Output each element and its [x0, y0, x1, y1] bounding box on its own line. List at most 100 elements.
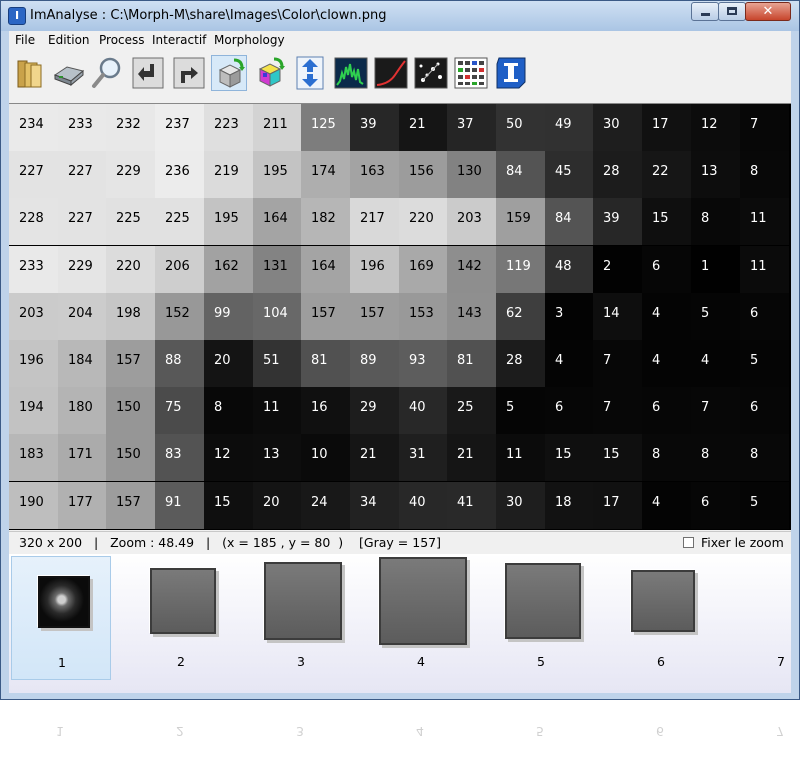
pixel-cell[interactable]: 3: [545, 293, 594, 340]
pixel-cell[interactable]: 153: [399, 293, 448, 340]
pixel-grid-button[interactable]: [453, 55, 489, 91]
thumbnail-5[interactable]: 5: [491, 556, 591, 680]
pixel-cell[interactable]: 4: [691, 340, 740, 387]
pixel-cell[interactable]: 11: [496, 434, 545, 481]
thumbnail-4[interactable]: 4: [371, 556, 471, 680]
pixel-cell[interactable]: 40: [399, 387, 448, 434]
pixel-cell[interactable]: 62: [496, 293, 545, 340]
pixel-cell[interactable]: 40: [399, 482, 448, 529]
pixel-cell[interactable]: 21: [399, 104, 448, 151]
curve-profile-button[interactable]: [373, 55, 409, 91]
pixel-cell[interactable]: 211: [253, 104, 302, 151]
pixel-cell[interactable]: 45: [545, 151, 594, 198]
pixel-cell[interactable]: 4: [642, 293, 691, 340]
pixel-cell[interactable]: 233: [9, 246, 58, 293]
pixel-cell[interactable]: 30: [496, 482, 545, 529]
pixel-cell[interactable]: 41: [447, 482, 496, 529]
pixel-cell[interactable]: 229: [58, 246, 107, 293]
pixel-cell[interactable]: 10: [301, 434, 350, 481]
redo-button[interactable]: [171, 55, 207, 91]
pixel-cell[interactable]: 157: [350, 293, 399, 340]
pixel-cell[interactable]: 8: [204, 387, 253, 434]
pixel-cell[interactable]: 18: [545, 482, 594, 529]
pixel-cell[interactable]: 6: [740, 387, 789, 434]
pixel-cell[interactable]: 6: [691, 482, 740, 529]
pixel-cell[interactable]: 228: [9, 198, 58, 245]
pixel-cell[interactable]: 164: [301, 246, 350, 293]
pixel-cell[interactable]: 196: [350, 246, 399, 293]
pixel-cell[interactable]: 91: [155, 482, 204, 529]
thumbnail-6[interactable]: 6: [611, 556, 711, 680]
pixel-cell[interactable]: 203: [9, 293, 58, 340]
pixel-cell[interactable]: 5: [740, 340, 789, 387]
pixel-cell[interactable]: 89: [350, 340, 399, 387]
pixel-cell[interactable]: 125: [301, 104, 350, 151]
pixel-cell[interactable]: 81: [301, 340, 350, 387]
pixel-cell[interactable]: 223: [204, 104, 253, 151]
zoom-button[interactable]: [89, 55, 125, 91]
pixel-cell[interactable]: 234: [9, 104, 58, 151]
pixel-cell[interactable]: 8: [691, 198, 740, 245]
menu-file[interactable]: File: [15, 33, 35, 47]
pixel-cell[interactable]: 24: [301, 482, 350, 529]
pixel-cell[interactable]: 195: [253, 151, 302, 198]
pixel-cell[interactable]: 104: [253, 293, 302, 340]
pixel-cell[interactable]: 99: [204, 293, 253, 340]
pixel-cell[interactable]: 21: [350, 434, 399, 481]
pixel-cell[interactable]: 93: [399, 340, 448, 387]
pixel-cell[interactable]: 164: [253, 198, 302, 245]
thumbnail-1[interactable]: 1: [11, 556, 111, 680]
pixel-cell[interactable]: 150: [106, 434, 155, 481]
pixel-cell[interactable]: 17: [593, 482, 642, 529]
pixel-cell[interactable]: 5: [740, 482, 789, 529]
pixel-cell[interactable]: 190: [9, 482, 58, 529]
pixel-cell[interactable]: 180: [58, 387, 107, 434]
pixel-cell[interactable]: 130: [447, 151, 496, 198]
pixel-cell[interactable]: 16: [301, 387, 350, 434]
minimize-button[interactable]: [691, 2, 719, 21]
pixel-cell[interactable]: 39: [593, 198, 642, 245]
color-cube-transfer-button[interactable]: [211, 55, 247, 91]
pixel-cell[interactable]: 15: [593, 434, 642, 481]
pixel-cell[interactable]: 48: [545, 246, 594, 293]
pixel-cell[interactable]: 75: [155, 387, 204, 434]
pixel-cell[interactable]: 6: [642, 387, 691, 434]
pixel-cell[interactable]: 22: [642, 151, 691, 198]
pixel-cell[interactable]: 29: [350, 387, 399, 434]
pixel-value-grid[interactable]: 234 233 232 237 223 211 125 39 21 37 50 49 30 17 12 7 22…: [9, 103, 791, 530]
pixel-cell[interactable]: 51: [253, 340, 302, 387]
pixel-cell[interactable]: 237: [155, 104, 204, 151]
pixel-cell[interactable]: 232: [106, 104, 155, 151]
pixel-cell[interactable]: 236: [155, 151, 204, 198]
pixel-cell[interactable]: 219: [204, 151, 253, 198]
pixel-cell[interactable]: 7: [691, 387, 740, 434]
app-icon[interactable]: I: [8, 7, 26, 25]
pixel-cell[interactable]: 83: [155, 434, 204, 481]
pixel-cell[interactable]: 30: [593, 104, 642, 151]
pixel-cell[interactable]: 15: [545, 434, 594, 481]
pixel-cell[interactable]: 174: [301, 151, 350, 198]
close-button[interactable]: ✕: [745, 2, 791, 21]
pixel-cell[interactable]: 50: [496, 104, 545, 151]
pixel-cell[interactable]: 177: [58, 482, 107, 529]
pixel-cell[interactable]: 84: [545, 198, 594, 245]
pixel-cell[interactable]: 206: [155, 246, 204, 293]
pixel-cell[interactable]: 20: [204, 340, 253, 387]
pixel-cell[interactable]: 204: [58, 293, 107, 340]
pixel-cell[interactable]: 28: [496, 340, 545, 387]
pixel-cell[interactable]: 20: [253, 482, 302, 529]
pixel-cell[interactable]: 233: [58, 104, 107, 151]
pixel-cell[interactable]: 4: [642, 482, 691, 529]
pixel-cell[interactable]: 194: [9, 387, 58, 434]
pixel-cell[interactable]: 159: [496, 198, 545, 245]
pixel-cell[interactable]: 142: [447, 246, 496, 293]
pixel-cell[interactable]: 198: [106, 293, 155, 340]
pixel-cell[interactable]: 21: [447, 434, 496, 481]
points-scatter-button[interactable]: [413, 55, 449, 91]
pixel-cell[interactable]: 11: [740, 246, 789, 293]
pixel-cell[interactable]: 5: [496, 387, 545, 434]
save-disk-button[interactable]: [51, 55, 87, 91]
pixel-cell[interactable]: 229: [106, 151, 155, 198]
pixel-cell[interactable]: 220: [399, 198, 448, 245]
thumbnail-3[interactable]: 3: [251, 556, 351, 680]
